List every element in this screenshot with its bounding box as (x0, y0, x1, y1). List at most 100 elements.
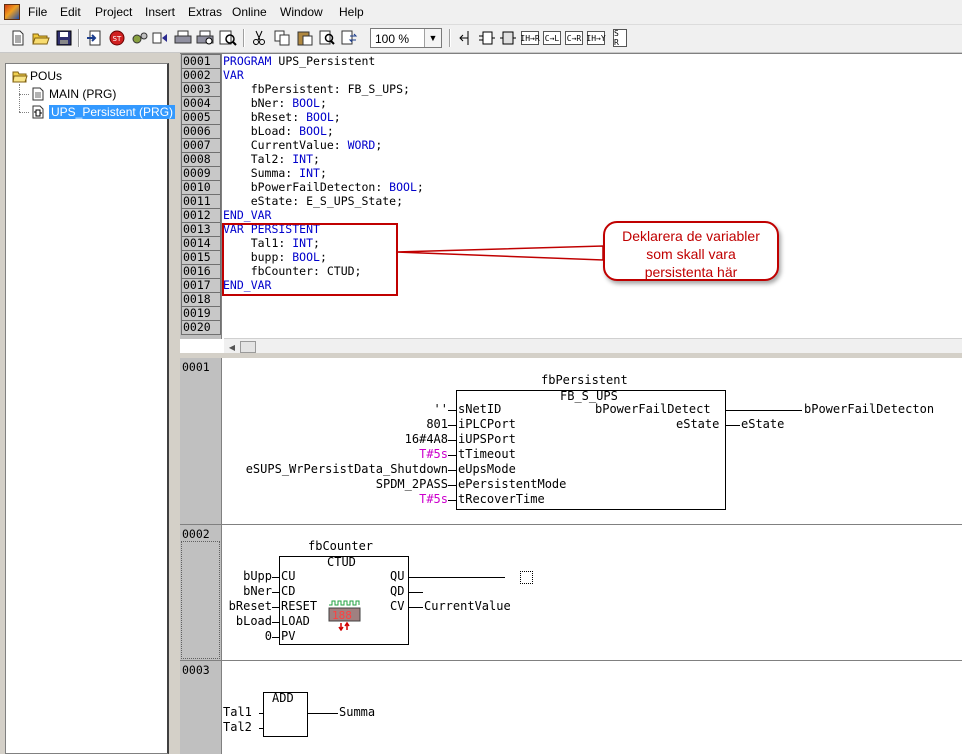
declaration-editor[interactable]: 0001 0002 0003 0004 0005 0006 0007 0008 0009 0010… (180, 53, 962, 355)
code-line[interactable]: END_VAR (223, 208, 271, 222)
menu-online[interactable]: Online (232, 5, 267, 19)
input-value[interactable]: 16#4A8 (405, 432, 448, 447)
line-number: 0017 (181, 278, 221, 293)
tree-item-main[interactable]: MAIN (PRG) (31, 87, 116, 101)
insert-negation-glyph: C→R (565, 31, 583, 45)
input-pin: CU (281, 569, 296, 583)
code-line[interactable]: eState: E_S_UPS_State; (223, 194, 403, 208)
login-icon[interactable] (84, 28, 104, 48)
scrollbar-thumb[interactable] (240, 341, 256, 353)
line-number: 0018 (181, 292, 221, 307)
find-icon[interactable] (218, 28, 238, 48)
input-value[interactable]: 801 (426, 417, 448, 432)
code-token: INT (299, 166, 320, 180)
line-number: 0012 (181, 208, 221, 223)
menu-file[interactable]: File (28, 5, 47, 19)
code-line[interactable]: bLoad: BOOL; (223, 124, 334, 138)
input-value[interactable]: bReset (229, 599, 272, 614)
add-input-variable[interactable]: Tal1 (223, 705, 252, 720)
menu-project[interactable]: Project (95, 5, 132, 19)
tree-root-pous[interactable]: POUs (12, 69, 62, 83)
menu-extras[interactable]: Extras (188, 5, 222, 19)
paste-icon[interactable] (295, 28, 315, 48)
input-value[interactable]: eSUPS_WrPersistData_Shutdown (246, 462, 448, 477)
callout-line-3: persistenta här (644, 264, 738, 280)
code-token: WORD (347, 138, 376, 152)
line-number: 0001 (181, 54, 221, 69)
print-icon[interactable] (173, 28, 193, 48)
code-token: eState: E_S_UPS_State; (223, 194, 404, 208)
folder-open-icon (12, 69, 28, 83)
line-number: 0009 (181, 166, 221, 181)
menu-insert[interactable]: Insert (145, 5, 175, 19)
input-value[interactable]: bUpp (243, 569, 272, 584)
new-icon[interactable] (8, 28, 28, 48)
add-output-variable[interactable]: Summa (339, 705, 375, 720)
counter-output-pin: CV (390, 599, 405, 613)
build-icon[interactable] (130, 28, 150, 48)
print-preview-icon[interactable] (195, 28, 215, 48)
code-line[interactable]: PROGRAM UPS_Persistent (223, 54, 375, 68)
code-line[interactable]: CurrentValue: WORD; (223, 138, 383, 152)
output-variable[interactable]: CurrentValue (424, 599, 511, 614)
input-pin: iUPSPort (458, 432, 516, 446)
code-line[interactable]: fbPersistent: FB_S_UPS; (223, 82, 410, 96)
fbd-pou-icon (31, 105, 45, 119)
chevron-down-icon[interactable]: ▼ (424, 29, 441, 47)
code-line[interactable]: VAR (223, 68, 244, 82)
scroll-left-icon[interactable]: ◀ (226, 341, 238, 353)
code-token: ; (319, 166, 327, 180)
fb-output-pin: bPowerFailDetect (595, 402, 711, 416)
code-token: VAR (223, 68, 244, 82)
input-value[interactable]: bNer (243, 584, 272, 599)
insert-box-icon[interactable] (477, 28, 497, 48)
run-icon[interactable] (150, 28, 170, 48)
output-variable[interactable]: bPowerFailDetecton (804, 402, 934, 417)
code-line[interactable]: bReset: BOOL; (223, 110, 341, 124)
input-value[interactable]: '' (434, 402, 448, 417)
input-value[interactable]: bLoad (236, 614, 272, 629)
input-value[interactable]: 0 (265, 629, 272, 644)
output-variable[interactable]: eState (741, 417, 784, 432)
open-icon[interactable] (31, 28, 51, 48)
add-input-variable[interactable]: Tal2 (223, 720, 252, 735)
zoom-select[interactable]: 100 % ▼ (370, 28, 442, 48)
code-line[interactable]: Tal2: INT; (223, 152, 320, 166)
line-number: 0010 (181, 180, 221, 195)
insert-coil-icon[interactable]: C→L (542, 28, 562, 48)
insert-set-reset-icon[interactable]: S R (610, 28, 630, 48)
insert-input-icon[interactable] (498, 28, 518, 48)
insert-negation-icon[interactable]: C→R (564, 28, 584, 48)
code-line[interactable]: bPowerFailDetecton: BOOL; (223, 180, 424, 194)
callout-line-1: Deklarera de variabler (622, 228, 760, 244)
input-value[interactable]: T#5s (419, 447, 448, 462)
line-number: 0004 (181, 96, 221, 111)
replace-icon[interactable] (340, 28, 360, 48)
find-next-icon[interactable] (318, 28, 338, 48)
stop-icon[interactable]: ST (107, 28, 127, 48)
tree-item-ups-persistent[interactable]: UPS_Persistent (PRG) (31, 105, 176, 119)
code-token: ; (326, 124, 334, 138)
line-number: 0020 (181, 320, 221, 335)
input-value[interactable]: SPDM_2PASS (376, 477, 448, 492)
code-token: ; (416, 180, 424, 194)
insert-jump-icon[interactable]: IH→Y (586, 28, 606, 48)
code-line[interactable]: Summa: INT; (223, 166, 327, 180)
input-value[interactable]: T#5s (419, 492, 448, 507)
input-pin: sNetID (458, 402, 502, 416)
add-block[interactable]: ADD (263, 691, 308, 737)
menu-edit[interactable]: Edit (60, 5, 81, 19)
fbd-editor[interactable]: 0001 fbPersistent FB_S_UPS '' sNetID 801 iP… (180, 358, 962, 754)
code-token: PROGRAM (223, 54, 279, 68)
insert-contact-icon[interactable]: IH→R (520, 28, 540, 48)
save-icon[interactable] (54, 28, 74, 48)
cut-icon[interactable] (249, 28, 269, 48)
insert-network-icon[interactable] (455, 28, 475, 48)
menu-window[interactable]: Window (280, 5, 323, 19)
menu-help[interactable]: Help (339, 5, 364, 19)
counter-output-pin: QD (390, 584, 405, 598)
copy-icon[interactable] (272, 28, 292, 48)
code-line[interactable]: bNer: BOOL; (223, 96, 327, 110)
empty-output-placeholder[interactable] (520, 571, 533, 584)
insert-coil-glyph: C→L (543, 31, 561, 45)
